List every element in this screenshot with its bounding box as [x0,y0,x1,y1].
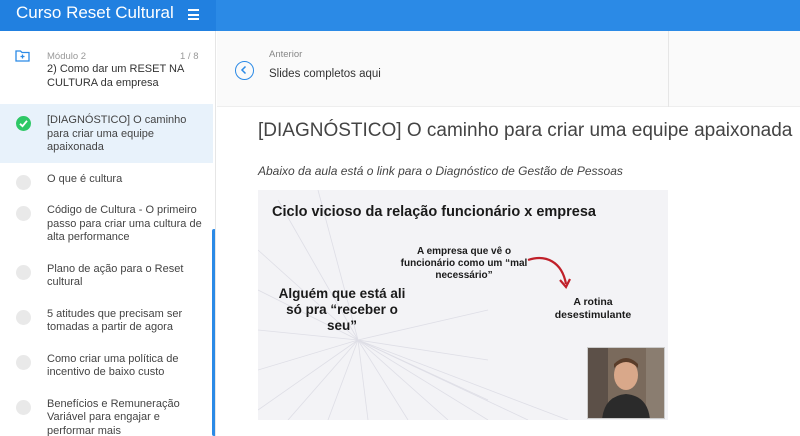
sidebar-scrollbar[interactable] [212,229,215,436]
lesson-title: Benefícios e Remuneração Variável para e… [47,397,180,436]
lesson-item[interactable]: O que é cultura [0,163,213,195]
sidebar-header: Curso Reset Cultural [0,0,216,31]
chevron-left-icon[interactable] [235,61,254,80]
incomplete-circle-icon [16,309,31,325]
incomplete-circle-icon [16,174,31,190]
previous-title[interactable]: Slides completos aqui [269,68,381,80]
slide-note: A empresa que vê o funcionário como um “… [400,246,528,281]
incomplete-circle-icon [16,399,31,415]
slide-left-text: Alguém que está ali só pra “receber o se… [278,286,406,333]
module-title: 2) Como dar um RESET NA CULTURA da empre… [47,63,184,89]
lesson-description: Abaixo da aula está o link para o Diagnó… [258,164,623,178]
lesson-item[interactable]: 5 atitudes que precisam ser tomadas a pa… [0,298,213,343]
folder-plus-icon [15,50,30,62]
lesson-list: [DIAGNÓSTICO] O caminho para criar uma e… [0,104,215,436]
incomplete-circle-icon [16,264,31,280]
sidebar: Módulo 2 1 / 8 2) Como dar um RESET NA C… [0,31,216,436]
lesson-title: Plano de ação para o Reset cultural [47,262,184,289]
lesson-title: Como criar uma política de incentivo de … [47,352,179,379]
module-header[interactable]: Módulo 2 1 / 8 2) Como dar um RESET NA C… [0,31,215,103]
slide-right-text: A rotina desestimulante [554,296,632,321]
lesson-item-active[interactable]: [DIAGNÓSTICO] O caminho para criar uma e… [0,104,213,163]
video-slide[interactable]: Ciclo vicioso da relação funcionário x e… [258,190,668,420]
lesson-heading: [DIAGNÓSTICO] O caminho para criar uma e… [258,120,793,141]
lesson-title: O que é cultura [47,172,123,185]
lesson-item[interactable]: Benefícios e Remuneração Variável para e… [0,388,213,436]
module-count: 1 / 8 [180,51,199,62]
lesson-item[interactable]: Código de Cultura - O primeiro passo par… [0,194,213,253]
top-bar: Curso Reset Cultural [0,0,800,31]
module-label: Módulo 2 [47,51,87,62]
incomplete-circle-icon [16,206,31,221]
presenter-video-thumbnail [587,347,665,419]
slide-heading: Ciclo vicioso da relação funcionário x e… [272,204,596,220]
previous-label: Anterior [269,49,303,60]
nav-divider [668,31,669,107]
incomplete-circle-icon [16,354,31,370]
lesson-item[interactable]: Plano de ação para o Reset cultural [0,253,213,298]
check-icon [16,116,31,131]
curved-arrow-icon [527,257,571,289]
lesson-title: [DIAGNÓSTICO] O caminho para criar uma e… [47,114,187,153]
app-title: Curso Reset Cultural [16,3,174,22]
lesson-title: 5 atitudes que precisam ser tomadas a pa… [47,307,183,334]
previous-lesson-nav[interactable]: Anterior Slides completos aqui [217,31,800,107]
hamburger-icon[interactable] [188,9,199,20]
lesson-title: Código de Cultura - O primeiro passo par… [47,204,202,243]
lesson-item[interactable]: Como criar uma política de incentivo de … [0,343,213,388]
